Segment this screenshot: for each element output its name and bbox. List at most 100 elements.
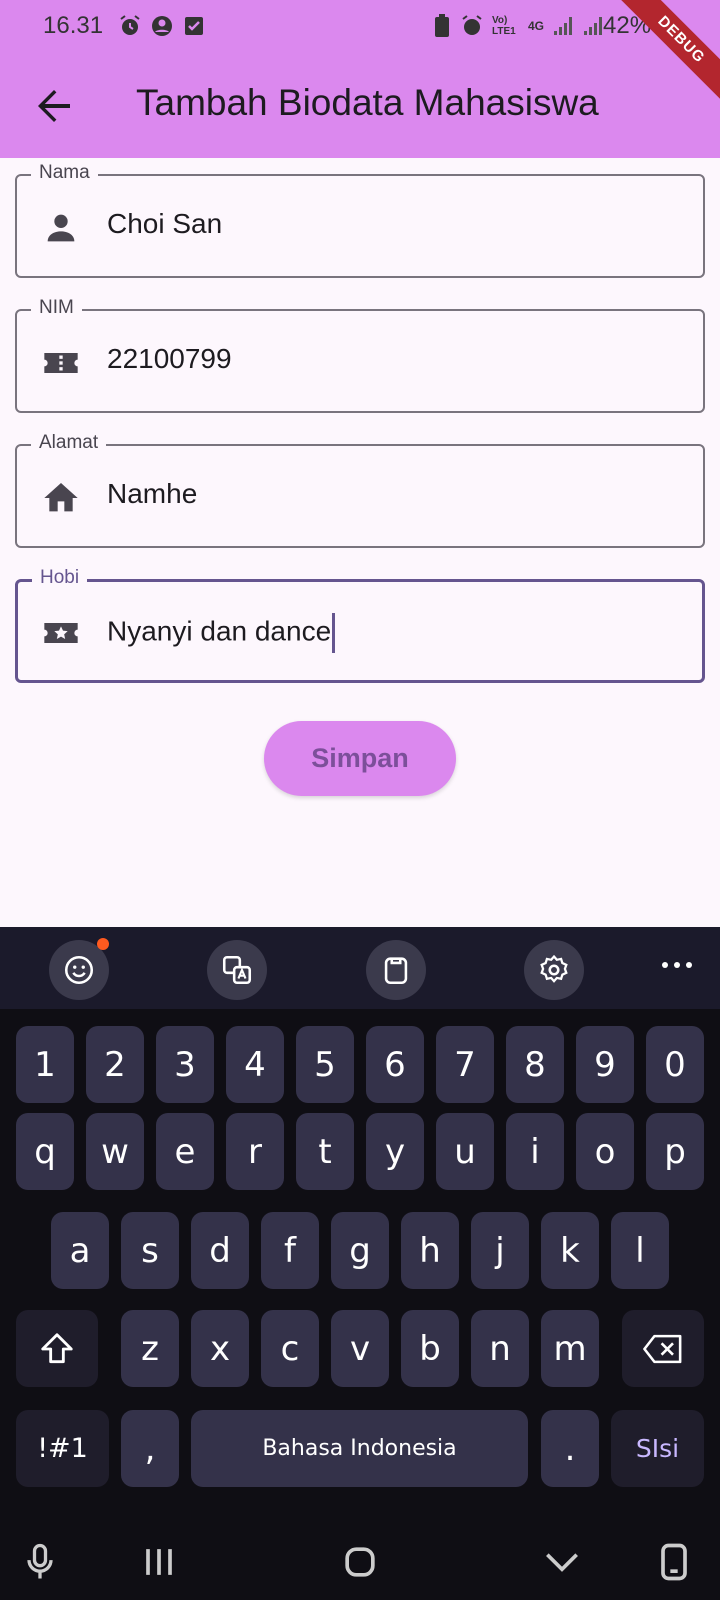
recent-apps-icon[interactable] (137, 1540, 181, 1584)
key-4[interactable]: 4 (226, 1026, 284, 1103)
nim-field[interactable]: NIM 22100799 (15, 297, 705, 413)
clipboard-button[interactable] (366, 940, 426, 1000)
period-key[interactable]: . (541, 1410, 599, 1487)
key-f[interactable]: f (261, 1212, 319, 1289)
key-c-label: c (280, 1328, 300, 1369)
key-2[interactable]: 2 (86, 1026, 144, 1103)
key-n[interactable]: n (471, 1310, 529, 1387)
status-right-icons: Vo) LTE1 4G (432, 14, 604, 38)
signal-icon (554, 17, 573, 35)
key-x-label: x (209, 1328, 231, 1369)
nim-value: 22100799 (107, 343, 232, 374)
key-d[interactable]: d (191, 1212, 249, 1289)
key-a[interactable]: a (51, 1212, 109, 1289)
key-p-label: p (664, 1131, 686, 1172)
key-r[interactable]: r (226, 1113, 284, 1190)
key-p[interactable]: p (646, 1113, 704, 1190)
key-3-label: 3 (174, 1044, 196, 1085)
nim-label: NIM (31, 297, 82, 319)
key-n-label: n (489, 1328, 511, 1369)
key-5-label: 5 (314, 1044, 336, 1085)
battery-saver-icon (435, 14, 449, 37)
hobi-value-wrap: Nyanyi dan dance (107, 613, 336, 653)
key-j[interactable]: j (471, 1212, 529, 1289)
clipboard-icon (384, 957, 408, 985)
key-9[interactable]: 9 (576, 1026, 634, 1103)
page-title: Tambah Biodata Mahasiswa (136, 82, 599, 123)
key-8-label: 8 (524, 1044, 546, 1085)
key-8[interactable]: 8 (506, 1026, 564, 1103)
key-i[interactable]: i (506, 1113, 564, 1190)
key-f-label: f (284, 1230, 296, 1271)
key-g[interactable]: g (331, 1212, 389, 1289)
nama-label: Nama (31, 162, 98, 184)
key-c[interactable]: c (261, 1310, 319, 1387)
key-w[interactable]: w (86, 1113, 144, 1190)
back-arrow-icon[interactable] (30, 82, 78, 130)
backspace-key[interactable] (622, 1310, 704, 1387)
symbols-key[interactable]: !#1 (16, 1410, 109, 1487)
key-h[interactable]: h (401, 1212, 459, 1289)
hobi-field[interactable]: Hobi Nyanyi dan dance (15, 567, 705, 683)
key-z[interactable]: z (121, 1310, 179, 1387)
hide-keyboard-icon[interactable] (540, 1540, 584, 1584)
shift-key[interactable] (16, 1310, 98, 1387)
key-5[interactable]: 5 (296, 1026, 354, 1103)
keyboard-switch-icon[interactable] (652, 1540, 696, 1584)
key-2-label: 2 (104, 1044, 126, 1085)
key-6-label: 6 (384, 1044, 406, 1085)
home-nav-icon[interactable] (338, 1540, 382, 1584)
key-6[interactable]: 6 (366, 1026, 424, 1103)
key-z-label: z (141, 1328, 159, 1369)
key-7[interactable]: 7 (436, 1026, 494, 1103)
space-key[interactable]: Bahasa Indonesia (191, 1410, 528, 1487)
key-1[interactable]: 1 (16, 1026, 74, 1103)
comma-key-label: , (144, 1428, 156, 1469)
microphone-icon[interactable] (18, 1540, 62, 1584)
key-j-label: j (495, 1230, 505, 1271)
key-q[interactable]: q (16, 1113, 74, 1190)
key-3[interactable]: 3 (156, 1026, 214, 1103)
key-0[interactable]: 0 (646, 1026, 704, 1103)
alarm-icon (120, 15, 140, 35)
key-i-label: i (530, 1131, 540, 1172)
translate-icon (222, 955, 252, 985)
network-type-label: 4G (528, 19, 545, 33)
key-b-label: b (419, 1328, 441, 1369)
symbols-key-label: !#1 (37, 1433, 88, 1464)
alamat-field[interactable]: Alamat Namhe (15, 432, 705, 548)
shift-icon (41, 1332, 73, 1363)
keyboard: 1234567890 qwertyuiop asdfghjkl zxcvbnm … (0, 1009, 720, 1600)
key-u[interactable]: u (436, 1113, 494, 1190)
space-key-label: Bahasa Indonesia (262, 1436, 457, 1461)
key-t[interactable]: t (296, 1113, 354, 1190)
key-a-label: a (69, 1230, 91, 1271)
key-k[interactable]: k (541, 1212, 599, 1289)
key-7-label: 7 (454, 1044, 476, 1085)
key-x[interactable]: x (191, 1310, 249, 1387)
alamat-label: Alamat (31, 432, 107, 454)
settings-button[interactable] (524, 940, 584, 1000)
volte-label: Vo) LTE1 (492, 15, 516, 37)
key-e[interactable]: e (156, 1113, 214, 1190)
hobi-value: Nyanyi dan dance (107, 615, 332, 647)
key-y-label: y (384, 1131, 406, 1172)
key-s[interactable]: s (121, 1212, 179, 1289)
system-nav-bar (0, 1524, 720, 1600)
gear-icon (540, 954, 568, 983)
key-q-label: q (34, 1131, 56, 1172)
comma-key[interactable]: , (121, 1410, 179, 1487)
more-options-icon[interactable] (660, 955, 694, 975)
period-key-label: . (564, 1428, 576, 1469)
key-o[interactable]: o (576, 1113, 634, 1190)
translate-button[interactable] (207, 940, 267, 1000)
key-b[interactable]: b (401, 1310, 459, 1387)
key-v[interactable]: v (331, 1310, 389, 1387)
key-m[interactable]: m (541, 1310, 599, 1387)
action-key[interactable]: SIsi (611, 1410, 704, 1487)
nama-field[interactable]: Nama Choi San (15, 162, 705, 278)
hobi-label: Hobi (32, 567, 88, 589)
key-y[interactable]: y (366, 1113, 424, 1190)
save-button[interactable]: Simpan (264, 721, 456, 796)
key-l[interactable]: l (611, 1212, 669, 1289)
